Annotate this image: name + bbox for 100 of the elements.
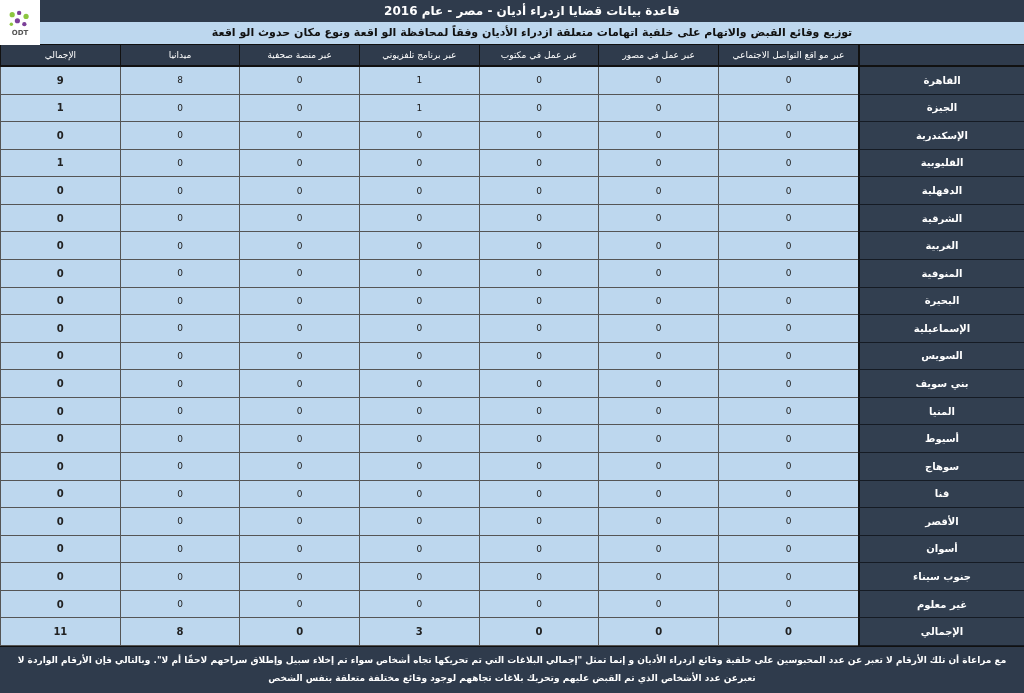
table-cell: 1 [359,94,479,123]
table-cell: 0 [0,287,120,316]
table-cell: 0 [718,342,858,371]
table-cell: 0 [0,397,120,426]
column-header: ميدانيا [119,45,240,67]
table-cell: 0 [598,177,718,205]
table-cell: 0 [119,287,240,316]
table-cell: 0 [239,260,359,288]
table-cell: 0 [359,590,479,619]
table-cell: 0 [598,149,718,178]
table-cell: 0 [239,425,359,453]
table-cell: 0 [0,425,120,453]
table-cell: 0 [239,618,359,646]
table-cell: 0 [598,94,718,123]
table-cell: 0 [0,535,120,564]
table-cell: 0 [239,149,359,178]
table-cell: 1 [0,149,120,178]
table-cell: 0 [0,315,120,343]
row-label: الغربية [858,232,1024,260]
table-cell: 0 [239,177,359,205]
table-cell: 0 [239,480,359,509]
table-cell: 0 [359,287,479,316]
row-label: الإسكندرية [858,122,1024,150]
table-cell: 0 [119,232,240,260]
table-cell: 0 [119,370,240,398]
table-cell: 0 [478,453,599,481]
row-label: البحيرة [858,287,1024,316]
table-cell: 0 [718,480,858,509]
table-cell: 0 [359,453,479,481]
table-cell: 0 [119,260,240,288]
table-cell: 8 [119,618,240,646]
table-cell: 0 [359,149,479,178]
table-cell: 0 [0,260,120,288]
row-label: الجيزة [858,94,1024,123]
table-cell: 0 [718,590,858,619]
table-cell: 0 [119,535,240,564]
table-cell: 0 [478,590,599,619]
table-cell: 0 [359,370,479,398]
table-cell: 0 [359,232,479,260]
table-cell: 0 [359,397,479,426]
table-cell: 0 [718,177,858,205]
table-cell: 0 [718,149,858,178]
table-cell: 0 [718,287,858,316]
table-cell: 0 [718,122,858,150]
table-cell: 0 [359,480,479,509]
table-cell: 0 [119,177,240,205]
table-cell: 0 [239,94,359,123]
table-cell: 0 [478,425,599,453]
table-cell: 8 [119,67,240,95]
table-cell: 0 [478,232,599,260]
column-header: عبر مو اقع التواصل الاجتماعي [718,45,858,67]
table-cell: 3 [359,618,479,646]
row-label: القاهرة [858,67,1024,95]
table-cell: 0 [598,342,718,371]
table-cell: 11 [0,618,120,646]
table-cell: 0 [239,563,359,591]
table-cell: 0 [718,315,858,343]
row-label: أسوان [858,535,1024,564]
table-cell: 0 [598,563,718,591]
row-label: المنوفية [858,260,1024,288]
row-label: بني سويف [858,370,1024,398]
table-cell: 0 [0,122,120,150]
table-cell: 0 [478,535,599,564]
table-cell: 0 [478,94,599,123]
table-cell: 0 [239,397,359,426]
table-cell: 0 [478,67,599,95]
table-cell: 0 [119,204,240,233]
table-cell: 0 [718,508,858,536]
row-label: الإجمالي [858,618,1024,646]
table-cell: 0 [119,425,240,453]
column-header: عبر منصة صحفية [239,45,359,67]
table-cell: 0 [718,535,858,564]
table-cell: 0 [0,204,120,233]
table-cell: 0 [119,563,240,591]
table-cell: 0 [478,149,599,178]
table-cell: 0 [598,590,718,619]
table-cell: 0 [478,315,599,343]
table-cell: 0 [359,535,479,564]
table-cell: 0 [718,260,858,288]
table-cell: 0 [239,315,359,343]
column-header: عبر عمل في مكتوب [478,45,599,67]
table-cell: 0 [718,232,858,260]
table-cell: 0 [598,453,718,481]
column-header: الإجمالي [0,45,120,67]
table-cell: 0 [718,618,858,646]
table-cell: 0 [239,590,359,619]
row-label: الأقصر [858,508,1024,536]
table-cell: 0 [119,342,240,371]
table-cell: 0 [478,260,599,288]
table-cell: 0 [239,122,359,150]
table-cell: 0 [478,287,599,316]
page-title: قاعدة بيانات قضايا ازدراء أديان - مصر - عام 2016 [383,2,681,21]
table-cell: 0 [119,590,240,619]
table-cell: 0 [478,480,599,509]
row-label: الإسماعيلية [858,315,1024,343]
table-cell: 0 [598,397,718,426]
table-cell: 0 [598,260,718,288]
table-subtitle: توزيع وقائع القبض والاتهام على خلفية اتهامات متعلقة ازدراء الأديان وفقاً لمحافظة الو اقعة ونوع مكان حدوث الو اقعة [40,21,1024,45]
column-header: عبر برنامج تلفزيوني [359,45,479,67]
table-cell: 0 [718,425,858,453]
